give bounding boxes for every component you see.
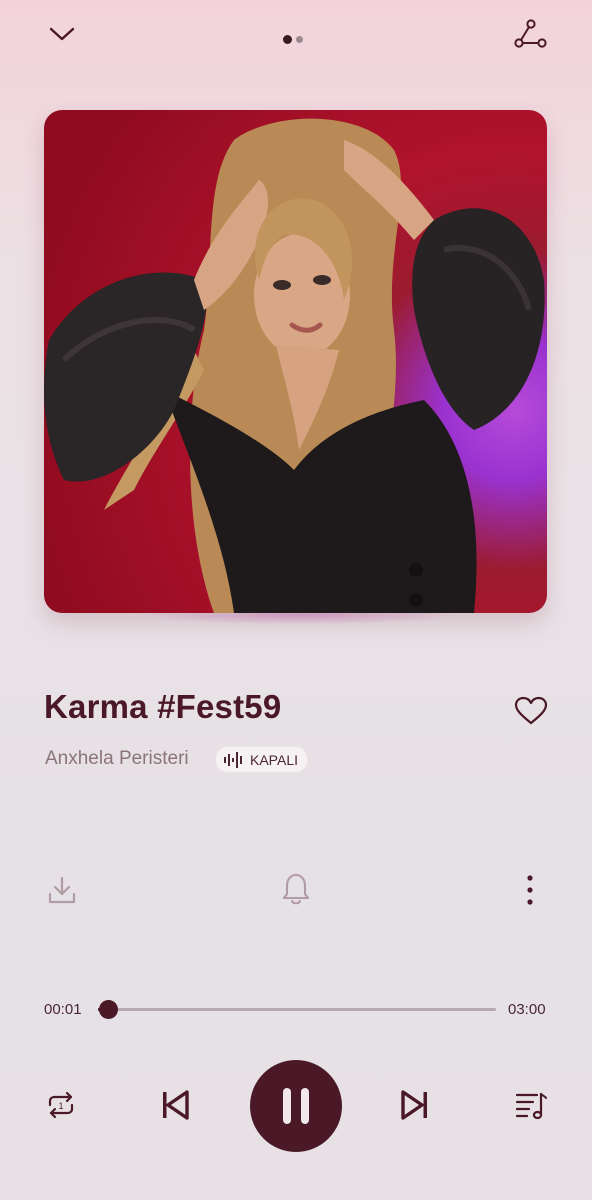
chevron-down-icon [49,27,75,41]
seek-thumb[interactable] [99,1000,119,1019]
repeat-button[interactable]: 1 [42,1086,80,1124]
repeat-one-icon: 1 [48,1091,74,1119]
current-time: 00:01 [44,1001,82,1018]
download-icon [48,876,76,904]
sleep-timer-button[interactable] [278,870,314,908]
heart-icon [514,696,548,725]
share-icon [514,19,547,48]
next-button[interactable] [396,1086,434,1124]
more-options-button[interactable] [516,872,544,908]
like-button[interactable] [512,693,550,729]
audio-quality-badge[interactable]: KAPALI [215,746,308,773]
audio-quality-label: KAPALI [250,751,298,768]
download-button[interactable] [44,872,80,908]
previous-button[interactable] [156,1086,194,1124]
svg-text:1: 1 [58,1101,63,1111]
more-vertical-icon [527,875,533,905]
skip-previous-icon [163,1090,189,1120]
waveform-icon [224,751,242,768]
play-pause-button[interactable] [250,1060,342,1152]
collapse-button[interactable] [42,18,82,50]
queue-music-icon [515,1092,547,1120]
page-indicator [283,34,303,44]
artist-name[interactable]: Anxhela Peristeri [45,748,189,770]
song-title: Karma #Fest59 [44,688,282,725]
page-dot-active [283,34,292,44]
pause-icon [283,1088,309,1124]
page-dot [296,35,303,43]
queue-button[interactable] [512,1086,550,1124]
skip-next-icon [401,1090,427,1120]
album-artwork[interactable] [44,110,547,613]
bell-icon [282,873,310,905]
total-time: 03:00 [508,1001,546,1018]
seek-bar[interactable] [98,1008,496,1011]
share-button[interactable] [510,16,550,52]
album-cover-image [44,118,545,613]
